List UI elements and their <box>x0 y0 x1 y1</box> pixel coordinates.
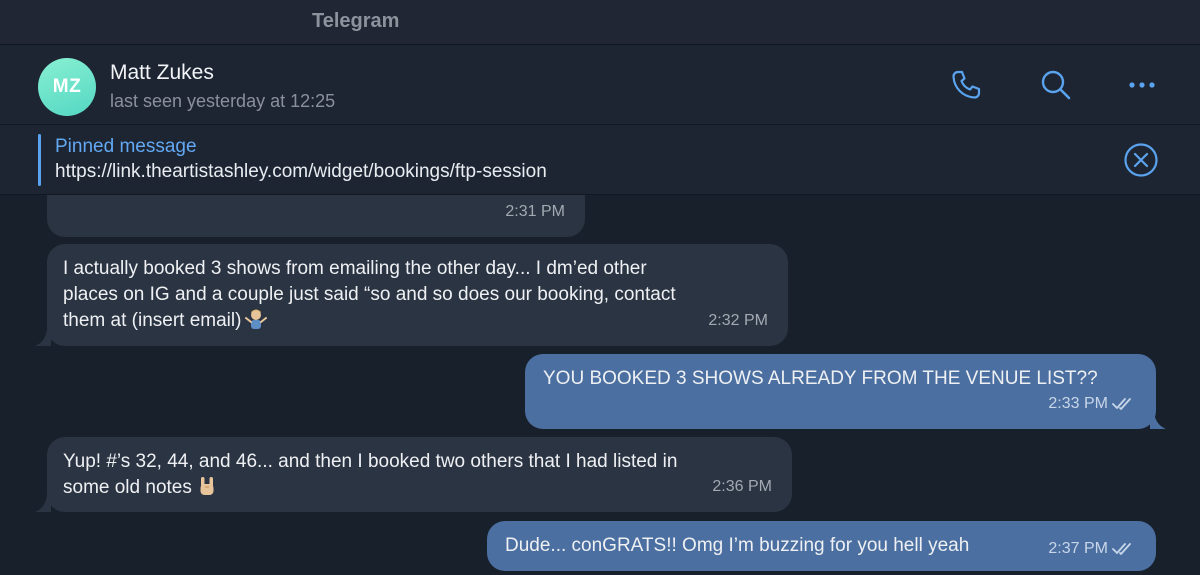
bubble-tail <box>35 330 51 346</box>
avatar[interactable]: MZ <box>38 58 96 116</box>
message-line: places on IG and a couple just said “so … <box>63 284 676 305</box>
avatar-initials: MZ <box>52 76 82 97</box>
message-line: I actually booked 3 shows from emailing … <box>63 258 647 279</box>
title-bar: Telegram <box>0 0 1200 45</box>
close-circle-icon <box>1124 143 1158 177</box>
message-time: 2:33 PM <box>1048 391 1134 417</box>
double-check-icon <box>1112 397 1131 410</box>
message-time: 2:31 PM <box>505 203 565 220</box>
pinned-message[interactable]: Pinned message https://link.theartistash… <box>0 125 1200 195</box>
message-text: Dude... conGRATS!! Omg I’m buzzing for y… <box>505 535 970 556</box>
message-text: YOU BOOKED 3 SHOWS ALREADY FROM THE VENU… <box>543 368 1098 389</box>
message-line: Yup! #’s 32, 44, and 46... and then I bo… <box>63 451 678 472</box>
message-incoming[interactable]: I actually booked 3 shows from emailing … <box>47 244 788 346</box>
contact-status: last seen yesterday at 12:25 <box>110 91 336 111</box>
message-time: 2:32 PM <box>708 312 768 329</box>
message-line: some old notes <box>63 477 192 498</box>
call-button[interactable] <box>946 65 986 105</box>
more-icon <box>1129 82 1155 88</box>
message-line-with-emoji: them at (insert email) <box>63 308 772 334</box>
search-icon <box>1041 70 1071 100</box>
chat-header[interactable]: MZ Matt Zukes last seen yesterday at 12:… <box>0 45 1200 125</box>
message-outgoing[interactable]: YOU BOOKED 3 SHOWS ALREADY FROM THE VENU… <box>525 354 1156 429</box>
double-check-icon <box>1112 542 1131 555</box>
message-incoming[interactable]: Yup! #’s 32, 44, and 46... and then I bo… <box>47 437 792 512</box>
contact-name[interactable]: Matt Zukes <box>110 61 214 85</box>
message-line-with-emoji: some old notes <box>63 475 776 501</box>
message-time: 2:37 PM <box>1048 536 1134 562</box>
message-time-text: 2:33 PM <box>1048 395 1108 412</box>
window-title: Telegram <box>312 10 400 32</box>
message-outgoing[interactable]: Dude... conGRATS!! Omg I’m buzzing for y… <box>487 521 1156 571</box>
pinned-link[interactable]: https://link.theartistashley.com/widget/… <box>55 161 547 183</box>
more-button[interactable] <box>1122 65 1162 105</box>
message-time-text: 2:37 PM <box>1048 540 1108 557</box>
person-shrugging-emoji <box>245 309 268 329</box>
phone-icon <box>952 70 981 99</box>
unpin-button[interactable] <box>1122 141 1160 179</box>
bubble-tail <box>1150 413 1166 429</box>
pinned-indicator-bar <box>38 134 41 186</box>
pinned-label: Pinned message <box>55 136 197 157</box>
telegram-window: Telegram MZ Matt Zukes last seen yesterd… <box>0 0 1200 575</box>
message-time: 2:36 PM <box>712 478 772 495</box>
search-button[interactable] <box>1036 65 1076 105</box>
message-line: them at (insert email) <box>63 310 242 331</box>
message-incoming[interactable]: 2:31 PM <box>47 195 585 237</box>
message-list[interactable]: 2:31 PM I actually booked 3 shows from e… <box>0 195 1200 575</box>
bubble-tail <box>35 496 51 512</box>
rock-on-hand-emoji <box>200 477 214 495</box>
